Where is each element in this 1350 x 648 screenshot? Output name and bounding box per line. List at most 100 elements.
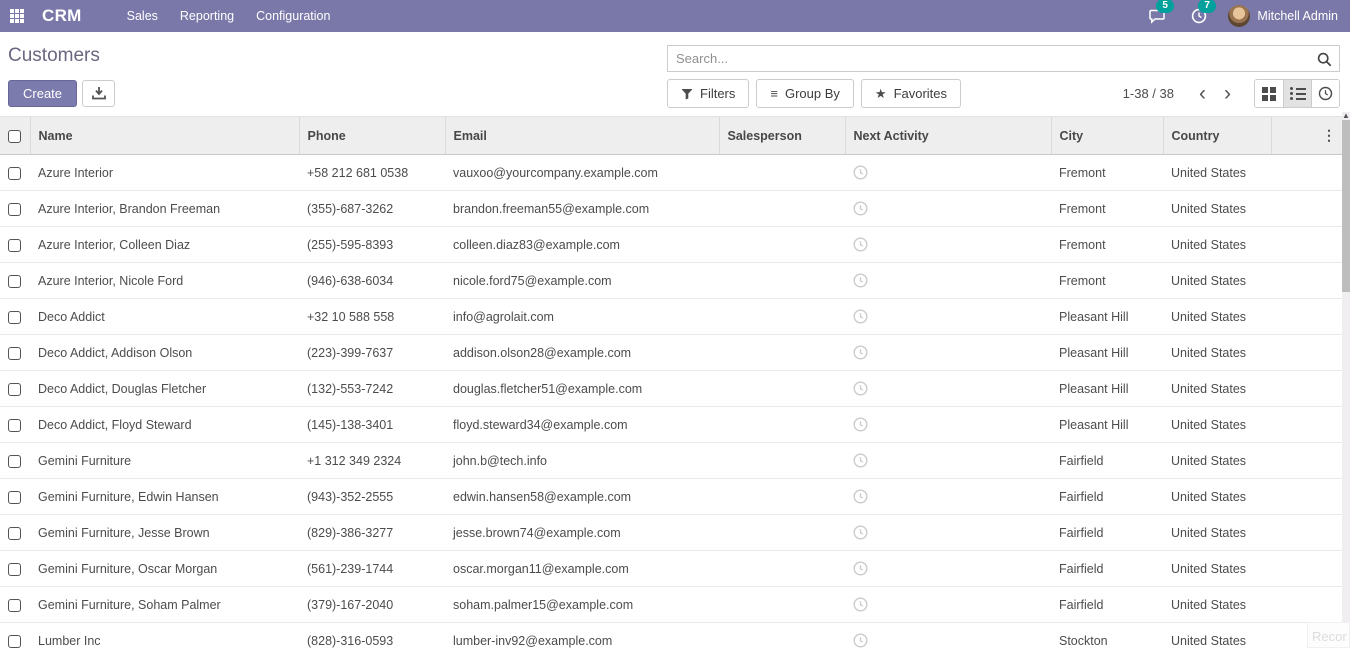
next-activity-clock-icon[interactable] (853, 489, 868, 503)
customer-row[interactable]: Deco Addict, Douglas Fletcher (132)-553-… (0, 371, 1342, 407)
filters-button[interactable]: Filters (667, 79, 749, 108)
row-select-cell (0, 335, 30, 371)
row-checkbox[interactable] (8, 239, 21, 252)
pager-next-button[interactable]: › (1215, 82, 1240, 106)
row-checkbox[interactable] (8, 563, 21, 576)
activity-view-button[interactable] (1311, 80, 1339, 107)
next-activity-clock-icon[interactable] (853, 165, 868, 179)
search-input[interactable] (668, 46, 1339, 71)
customer-row[interactable]: Gemini Furniture +1 312 349 2324 john.b@… (0, 443, 1342, 479)
customer-row[interactable]: Lumber Inc (828)-316-0593 lumber-inv92@e… (0, 623, 1342, 648)
customer-row[interactable]: Azure Interior, Colleen Diaz (255)-595-8… (0, 227, 1342, 263)
row-checkbox[interactable] (8, 599, 21, 612)
app-brand[interactable]: CRM (42, 6, 82, 26)
customer-row[interactable]: Azure Interior, Brandon Freeman (355)-68… (0, 191, 1342, 227)
page-title: Customers (8, 45, 667, 67)
next-activity-clock-icon[interactable] (853, 237, 868, 251)
cell-email: colleen.diaz83@example.com (445, 227, 719, 263)
cell-salesperson (719, 515, 845, 551)
next-activity-clock-icon[interactable] (853, 561, 868, 575)
next-activity-clock-icon[interactable] (853, 309, 868, 323)
column-header-country[interactable]: Country (1163, 117, 1271, 155)
customer-row[interactable]: Gemini Furniture, Edwin Hansen (943)-352… (0, 479, 1342, 515)
cell-country: United States (1163, 371, 1271, 407)
row-checkbox[interactable] (8, 383, 21, 396)
export-button[interactable] (82, 80, 115, 107)
next-activity-clock-icon[interactable] (853, 381, 868, 395)
cell-name: Azure Interior, Colleen Diaz (30, 227, 299, 263)
column-header-next-activity[interactable]: Next Activity (845, 117, 1051, 155)
nav-item-configuration[interactable]: Configuration (245, 0, 341, 32)
row-checkbox[interactable] (8, 275, 21, 288)
apps-menu-button[interactable] (0, 0, 34, 32)
customer-row[interactable]: Deco Addict +32 10 588 558 info@agrolait… (0, 299, 1342, 335)
row-checkbox[interactable] (8, 167, 21, 180)
next-activity-clock-icon[interactable] (853, 453, 868, 467)
optional-columns-toggle[interactable]: ⋮ (1322, 127, 1336, 143)
cell-next-activity (845, 443, 1051, 479)
kanban-view-button[interactable] (1255, 80, 1283, 107)
row-checkbox[interactable] (8, 347, 21, 360)
column-header-phone[interactable]: Phone (299, 117, 445, 155)
pager-previous-button[interactable]: ‹ (1190, 82, 1215, 106)
customer-row[interactable]: Deco Addict, Floyd Steward (145)-138-340… (0, 407, 1342, 443)
customer-list-view: Name Phone Email Salesperson Next Activi… (0, 116, 1350, 648)
select-all-checkbox[interactable] (8, 130, 21, 143)
vertical-scrollbar[interactable]: ▲ ▼ (1342, 112, 1350, 648)
cell-name: Gemini Furniture, Edwin Hansen (30, 479, 299, 515)
activities-menu-button[interactable]: 7 (1186, 5, 1212, 27)
column-header-email[interactable]: Email (445, 117, 719, 155)
cell-email: info@agrolait.com (445, 299, 719, 335)
scrollbar-up-arrow[interactable]: ▲ (1342, 111, 1350, 120)
cell-filler (1271, 263, 1342, 299)
row-checkbox[interactable] (8, 527, 21, 540)
messages-menu-button[interactable]: 5 (1144, 5, 1170, 27)
row-checkbox[interactable] (8, 311, 21, 324)
user-menu-button[interactable]: Mitchell Admin (1228, 5, 1338, 27)
cell-country: United States (1163, 479, 1271, 515)
search-button[interactable] (1313, 49, 1335, 69)
cell-city: Fairfield (1051, 515, 1163, 551)
next-activity-clock-icon[interactable] (853, 345, 868, 359)
row-checkbox[interactable] (8, 203, 21, 216)
customer-row[interactable]: Azure Interior +58 212 681 0538 vauxoo@y… (0, 155, 1342, 191)
cell-city: Fremont (1051, 191, 1163, 227)
row-checkbox[interactable] (8, 491, 21, 504)
row-select-cell (0, 191, 30, 227)
cell-filler (1271, 443, 1342, 479)
favorites-button[interactable]: ★ Favorites (861, 79, 961, 108)
customer-row[interactable]: Deco Addict, Addison Olson (223)-399-763… (0, 335, 1342, 371)
scrollbar-thumb[interactable] (1342, 120, 1350, 292)
customer-row[interactable]: Gemini Furniture, Oscar Morgan (561)-239… (0, 551, 1342, 587)
next-activity-clock-icon[interactable] (853, 633, 868, 647)
cell-email: soham.palmer15@example.com (445, 587, 719, 623)
next-activity-clock-icon[interactable] (853, 201, 868, 215)
cell-next-activity (845, 479, 1051, 515)
list-view-button[interactable] (1283, 80, 1311, 107)
nav-item-reporting[interactable]: Reporting (169, 0, 245, 32)
column-header-name[interactable]: Name (30, 117, 299, 155)
row-select-cell (0, 443, 30, 479)
group-by-button[interactable]: ≡ Group By (756, 79, 854, 108)
customer-row[interactable]: Gemini Furniture, Jesse Brown (829)-386-… (0, 515, 1342, 551)
next-activity-clock-icon[interactable] (853, 417, 868, 431)
cell-filler (1271, 551, 1342, 587)
customer-row[interactable]: Gemini Furniture, Soham Palmer (379)-167… (0, 587, 1342, 623)
cell-city: Pleasant Hill (1051, 335, 1163, 371)
row-checkbox[interactable] (8, 455, 21, 468)
nav-item-sales[interactable]: Sales (116, 0, 169, 32)
next-activity-clock-icon[interactable] (853, 273, 868, 287)
row-checkbox[interactable] (8, 419, 21, 432)
column-header-city[interactable]: City (1051, 117, 1163, 155)
column-header-salesperson[interactable]: Salesperson (719, 117, 845, 155)
cell-phone: (132)-553-7242 (299, 371, 445, 407)
cell-next-activity (845, 227, 1051, 263)
cell-country: United States (1163, 443, 1271, 479)
next-activity-clock-icon[interactable] (853, 597, 868, 611)
next-activity-clock-icon[interactable] (853, 525, 868, 539)
row-checkbox[interactable] (8, 635, 21, 648)
navbar-right: 5 7 Mitchell Admin (1144, 5, 1350, 27)
customer-row[interactable]: Azure Interior, Nicole Ford (946)-638-60… (0, 263, 1342, 299)
create-button[interactable]: Create (8, 80, 77, 107)
cell-next-activity (845, 551, 1051, 587)
